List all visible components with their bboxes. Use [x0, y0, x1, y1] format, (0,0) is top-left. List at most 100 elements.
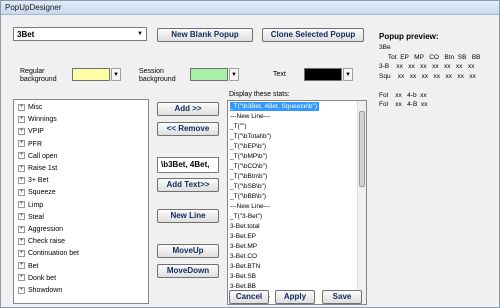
list-item[interactable]: _T("\bBtn\b"): [230, 172, 267, 181]
expand-icon[interactable]: +: [18, 128, 25, 136]
tree-item-label: Winnings: [28, 116, 57, 124]
expand-icon[interactable]: +: [18, 274, 25, 282]
list-item[interactable]: 3-Bet.BTN: [230, 262, 260, 271]
display-stats-list[interactable]: _T("\b3Bet, 4Bet, Squeeze\b") ---New Line…: [227, 100, 367, 305]
expand-icon[interactable]: +: [18, 103, 25, 111]
expand-icon[interactable]: +: [18, 164, 25, 172]
tree-item-label: PFR: [28, 140, 42, 148]
tree-item[interactable]: + Check raise: [18, 237, 65, 247]
list-item[interactable]: _T("3-Bet"): [230, 212, 262, 221]
expand-icon[interactable]: +: [18, 262, 25, 270]
tree-item[interactable]: + Showdown: [18, 286, 62, 296]
expand-icon[interactable]: +: [18, 140, 25, 148]
cancel-button[interactable]: Cancel: [229, 290, 269, 304]
tree-item-label: 3+ Bet: [28, 177, 49, 185]
chevron-down-icon: ▼: [345, 72, 351, 78]
tree-item[interactable]: + Steal: [18, 213, 44, 223]
list-item[interactable]: _T("\bTotal\b"): [230, 132, 271, 141]
list-item[interactable]: _T("\bBB\b"): [230, 192, 266, 201]
tree-item-label: Squeeze: [28, 189, 56, 197]
custom-text-input[interactable]: \b3Bet, 4Bet,: [157, 157, 219, 173]
scrollbar-thumb[interactable]: [359, 111, 365, 187]
preview-row: Fol xx 4-b xx: [379, 91, 427, 99]
session-background-label: Session background: [139, 68, 176, 83]
preview-row: Fol xx 4-B xx: [379, 101, 428, 108]
move-down-button[interactable]: MoveDown: [157, 264, 219, 278]
expand-icon[interactable]: +: [18, 250, 25, 258]
text-color-dropdown[interactable]: ▼: [343, 68, 353, 81]
tree-item-label: VPIP: [28, 128, 44, 136]
scrollbar[interactable]: [357, 101, 366, 304]
tree-item-label: Donk bet: [28, 274, 57, 282]
list-item[interactable]: ---New Line---: [230, 202, 270, 211]
text-color-label: Text: [273, 71, 286, 78]
expand-icon[interactable]: +: [18, 189, 25, 197]
tree-item[interactable]: + Continuation bet: [18, 249, 79, 259]
list-item[interactable]: _T("\bSB\b"): [230, 182, 266, 191]
add-button[interactable]: Add >>: [157, 102, 219, 116]
tree-item-label: Continuation bet: [28, 250, 79, 258]
regular-background-label: Regular background: [20, 68, 57, 83]
list-item[interactable]: _T("\bEP\b"): [230, 142, 266, 151]
regular-background-dropdown[interactable]: ▼: [111, 68, 121, 81]
expand-icon[interactable]: +: [18, 286, 25, 294]
window-title: PopUpDesigner: [5, 3, 62, 12]
popup-preview-title: Popup preview:: [379, 32, 439, 41]
text-color-swatch[interactable]: [304, 68, 342, 81]
expand-icon[interactable]: +: [18, 152, 25, 160]
tree-item-label: Misc: [28, 104, 43, 111]
popup-select-value: 3Bet: [17, 30, 35, 39]
list-item[interactable]: 3-Bet.SB: [230, 272, 256, 281]
list-item[interactable]: 3-Bet.MP: [230, 242, 257, 251]
expand-icon[interactable]: +: [18, 225, 25, 233]
tree-item[interactable]: +3+ Bet: [18, 176, 48, 186]
remove-button[interactable]: << Remove: [157, 122, 219, 136]
tree-item[interactable]: + PFR: [18, 140, 42, 150]
chevron-down-icon: ▼: [113, 72, 119, 78]
chevron-down-icon: ▼: [231, 72, 237, 78]
preview-row: 3-B xx xx xx xx xx xx xx: [379, 63, 475, 70]
tree-item[interactable]: + Bet: [18, 262, 39, 272]
session-background-dropdown[interactable]: ▼: [229, 68, 239, 81]
tree-item[interactable]: + VPIP: [18, 127, 44, 137]
expand-icon[interactable]: +: [18, 176, 25, 184]
tree-item-label: Showdown: [28, 287, 63, 294]
save-button[interactable]: Save: [322, 290, 362, 304]
tree-item[interactable]: + Misc: [18, 103, 42, 113]
apply-button[interactable]: Apply: [275, 290, 315, 304]
expand-icon[interactable]: +: [18, 237, 25, 245]
new-blank-popup-button[interactable]: New Blank Popup: [157, 28, 253, 42]
tree-item-label: Steal: [28, 213, 44, 221]
add-text-button[interactable]: Add Text>>: [157, 178, 219, 192]
regular-background-swatch[interactable]: [72, 68, 110, 81]
popup-designer-window: PopUpDesigner 3Bet ▼ New Blank Popup Clo…: [0, 0, 500, 308]
list-item[interactable]: 3-Bet.EP: [230, 232, 256, 241]
new-line-button[interactable]: New Line: [157, 209, 219, 223]
chevron-down-icon: ▼: [137, 31, 143, 37]
clone-selected-popup-button[interactable]: Clone Selected Popup: [262, 28, 364, 42]
list-item[interactable]: _T("\bCO\b"): [230, 162, 267, 171]
popup-select[interactable]: 3Bet ▼: [13, 27, 147, 41]
preview-row: Tot EP MP CO Btn SB BB: [379, 53, 481, 61]
tree-item[interactable]: + Limp: [18, 201, 43, 211]
tree-item[interactable]: + Winnings: [18, 115, 57, 125]
tree-item[interactable]: + Squeeze: [18, 188, 56, 198]
list-item[interactable]: _T("\b3Bet, 4Bet, Squeeze\b"): [230, 102, 319, 111]
tree-item-label: Raise 1st: [28, 165, 58, 172]
list-item[interactable]: _T("\bMP\b"): [230, 152, 267, 161]
expand-icon[interactable]: +: [18, 115, 25, 123]
stats-tree[interactable]: + Misc + Winnings + VPIP + PFR + Call open + Raise …: [13, 99, 149, 304]
tree-item-label: Check raise: [28, 238, 65, 246]
session-background-swatch[interactable]: [190, 68, 228, 81]
move-up-button[interactable]: MoveUp: [157, 244, 219, 258]
list-item[interactable]: 3-Bet.CO: [230, 252, 257, 261]
tree-item[interactable]: + Aggression: [18, 225, 63, 235]
tree-item[interactable]: + Raise 1st: [18, 164, 57, 174]
expand-icon[interactable]: +: [18, 213, 25, 221]
list-item[interactable]: 3-Bet.total: [230, 222, 260, 231]
tree-item[interactable]: + Call open: [18, 152, 58, 162]
tree-item[interactable]: + Donk bet: [18, 274, 56, 284]
list-item[interactable]: _T(""): [230, 122, 247, 131]
list-item[interactable]: ---New Line---: [230, 112, 270, 121]
expand-icon[interactable]: +: [18, 201, 25, 209]
